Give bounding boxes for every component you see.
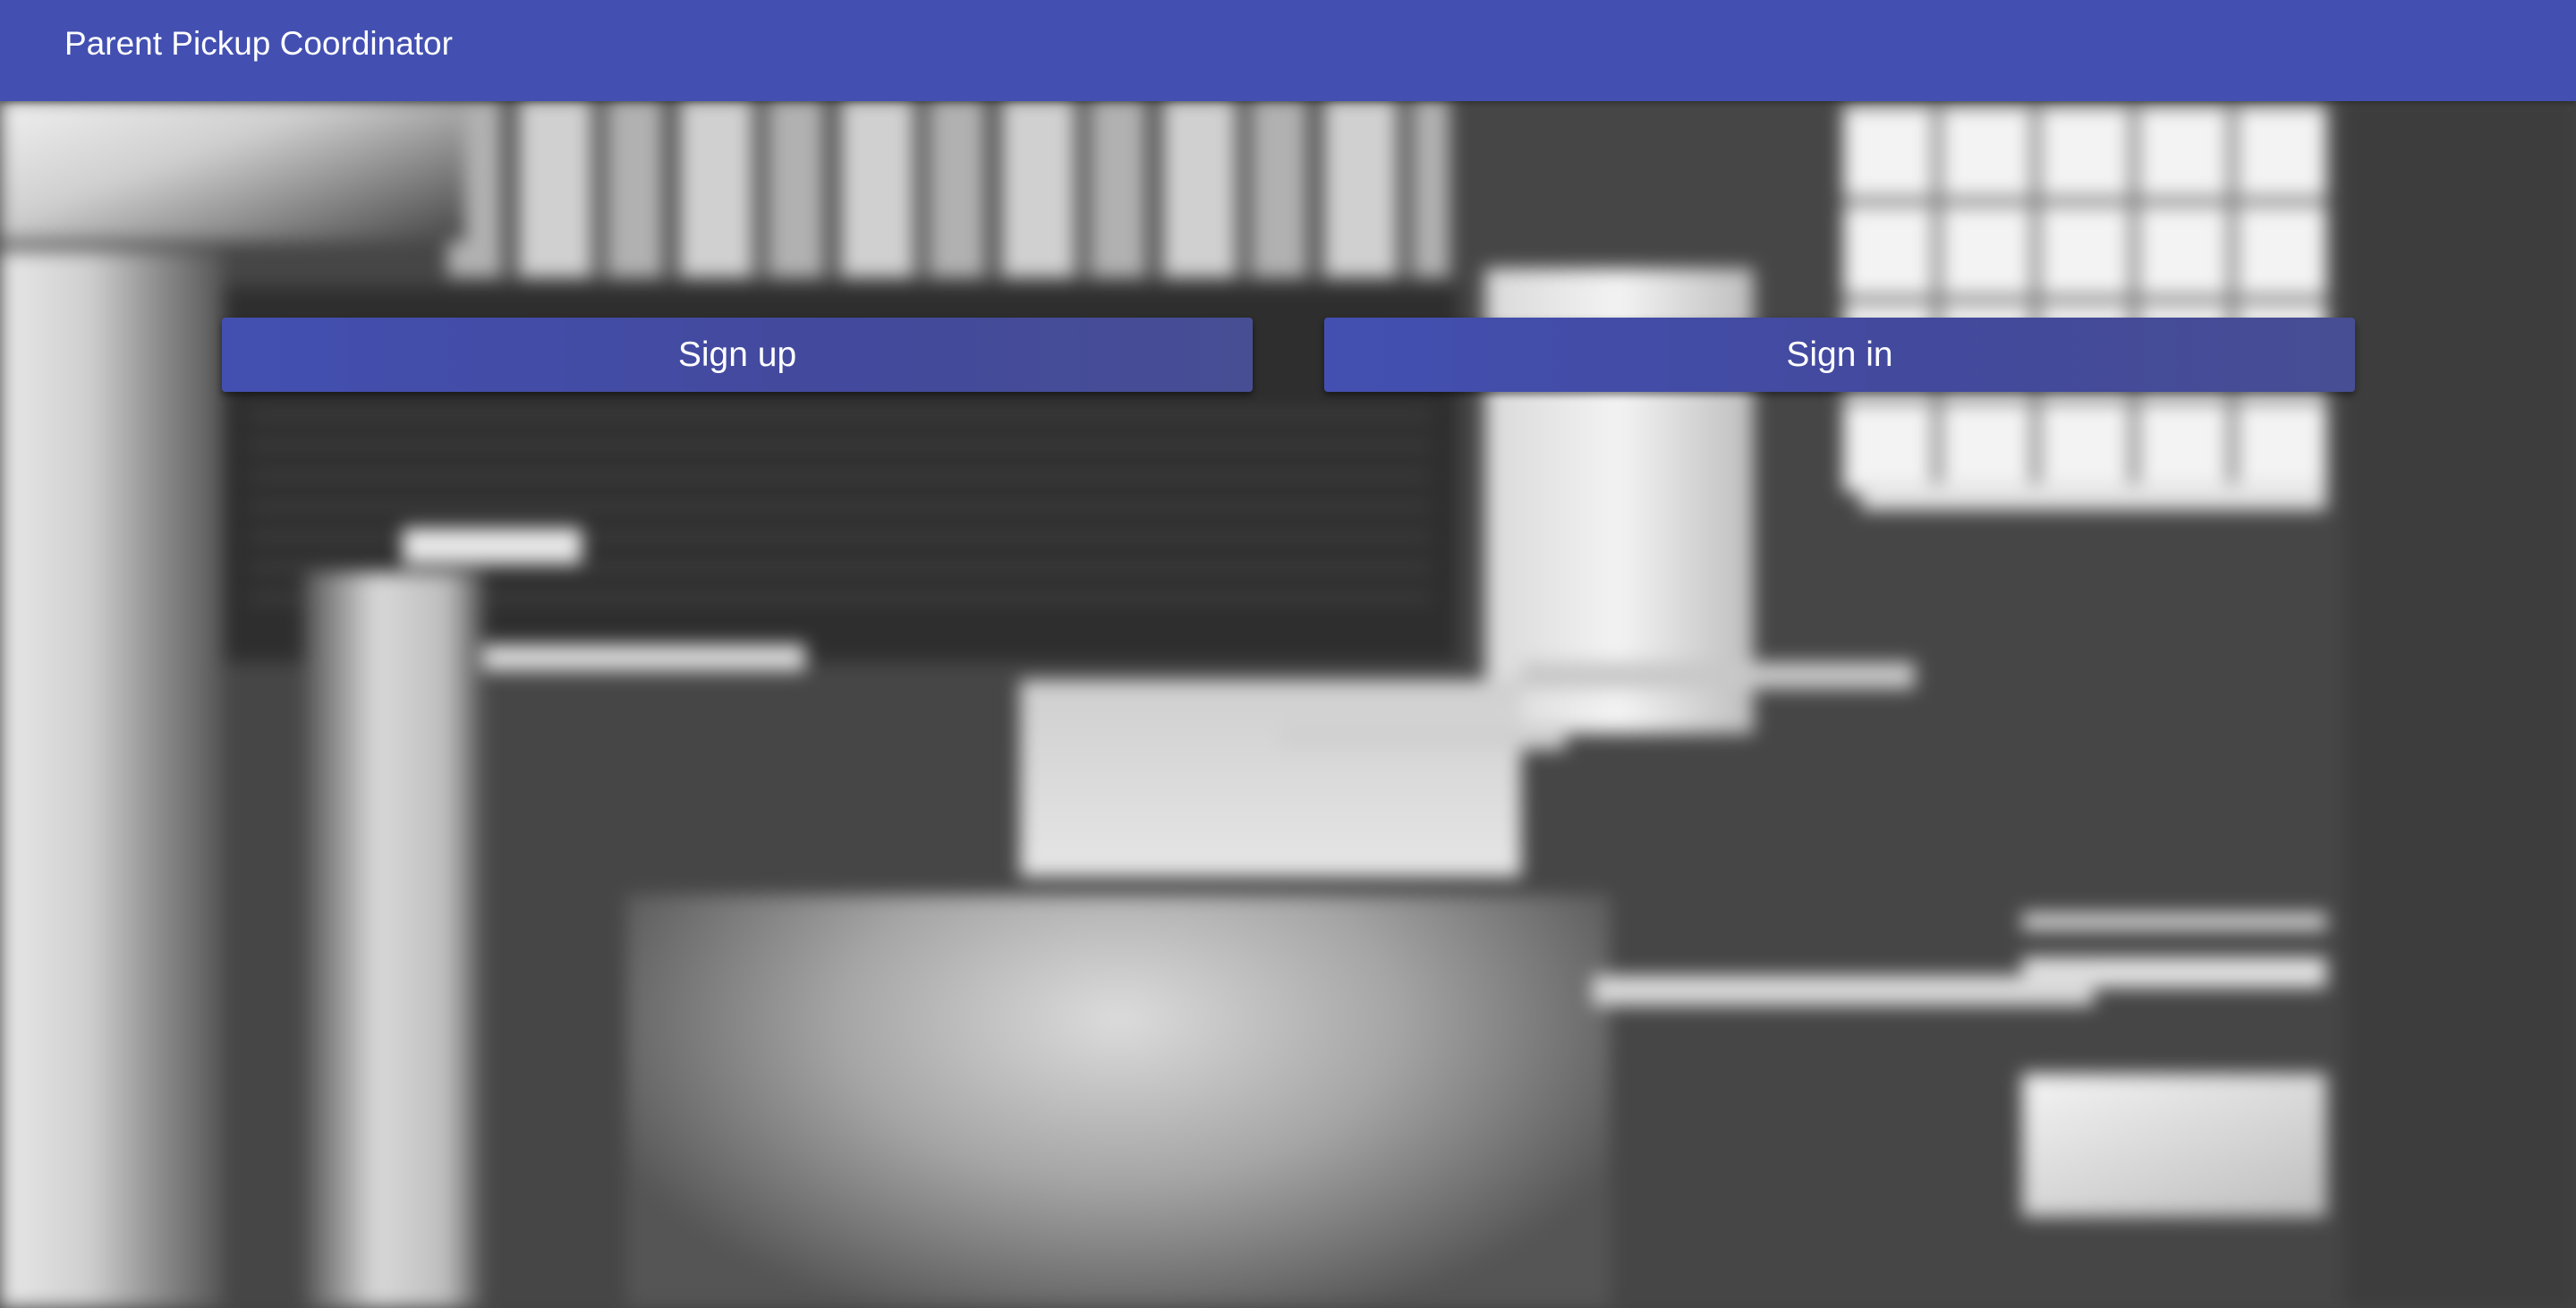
sign-up-button[interactable]: Sign up (222, 318, 1253, 392)
page: Parent Pickup Coordinator Sign up Sign i… (0, 0, 2576, 1308)
classroom-background-image (0, 0, 2576, 1308)
sign-in-button[interactable]: Sign in (1324, 318, 2355, 392)
app-bar: Parent Pickup Coordinator (0, 0, 2576, 101)
app-title: Parent Pickup Coordinator (64, 25, 453, 62)
